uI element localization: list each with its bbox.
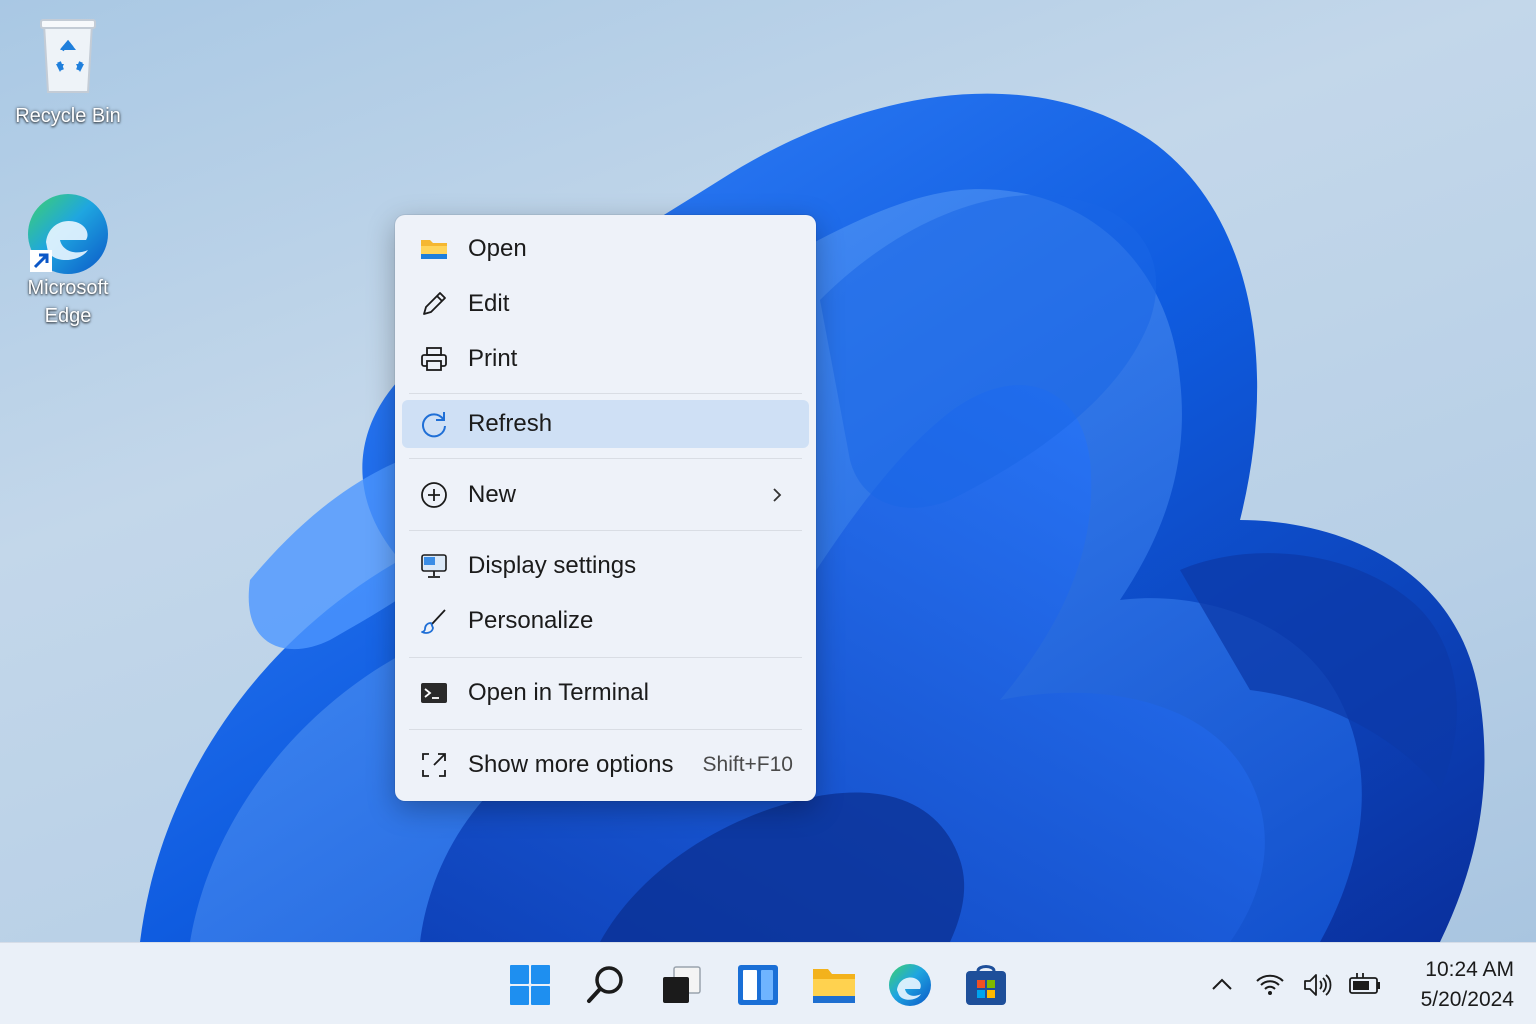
taskbar-start-button[interactable] [506, 961, 554, 1009]
tray-battery[interactable] [1348, 969, 1380, 1001]
brush-icon [420, 607, 448, 635]
menu-item-new[interactable]: New [402, 471, 809, 519]
volume-icon [1301, 974, 1333, 1005]
expand-icon [420, 751, 448, 779]
search-icon [582, 966, 630, 1013]
taskbar-widgets-button[interactable] [734, 961, 782, 1009]
taskbar-store-button[interactable] [962, 961, 1010, 1009]
menu-separator [409, 530, 802, 531]
menu-item-label: Open in Terminal [468, 679, 649, 706]
store-icon [962, 965, 1010, 1013]
menu-item-show-more-options[interactable]: Show more options Shift+F10 [402, 741, 809, 789]
wifi-icon [1254, 974, 1286, 1005]
tray-show-hidden-icons[interactable] [1206, 969, 1238, 1001]
folder-icon [420, 235, 448, 263]
menu-item-label: Open [468, 235, 527, 262]
taskbar-clock[interactable]: 10:24 AM 5/20/2024 [1421, 955, 1514, 1015]
menu-item-open-in-terminal[interactable]: Open in Terminal [402, 669, 809, 717]
widgets-icon [734, 965, 782, 1013]
taskbar-edge-button[interactable] [886, 961, 934, 1009]
desktop-icon-recycle-bin[interactable]: Recycle Bin [8, 14, 128, 130]
chevron-right-icon [767, 485, 787, 505]
menu-item-label: Refresh [468, 410, 553, 437]
task-view-icon [658, 966, 706, 1013]
menu-item-open[interactable]: Open [402, 225, 809, 273]
recycle-bin-icon [32, 14, 104, 93]
menu-separator [409, 458, 802, 459]
taskbar-file-explorer-button[interactable] [810, 961, 858, 1009]
terminal-icon [420, 679, 448, 707]
clock-time: 10:24 AM [1425, 958, 1514, 981]
clock-date: 5/20/2024 [1420, 988, 1514, 1011]
windows-start-icon [506, 965, 554, 1013]
menu-item-label: Print [468, 345, 518, 372]
taskbar: 10:24 AM 5/20/2024 [0, 942, 1536, 1024]
menu-item-shortcut: Shift+F10 [702, 753, 793, 776]
desktop-icon-label: Microsoft Edge [27, 277, 109, 327]
monitor-icon [420, 552, 448, 580]
edge-icon [28, 192, 108, 274]
desktop-icon-label: Recycle Bin [15, 105, 121, 127]
battery-icon [1348, 973, 1382, 1005]
printer-icon [420, 345, 448, 373]
chevron-up-icon [1206, 978, 1238, 1005]
refresh-icon [420, 410, 448, 438]
desktop-context-menu: Open Edit Print Refresh New Display sett… [395, 215, 816, 801]
taskbar-task-view-button[interactable] [658, 961, 706, 1009]
menu-item-label: Display settings [468, 552, 637, 579]
menu-separator [409, 393, 802, 394]
menu-item-print[interactable]: Print [402, 335, 809, 383]
taskbar-search-button[interactable] [582, 961, 630, 1009]
plus-circle-icon [420, 481, 448, 509]
menu-item-personalize[interactable]: Personalize [402, 597, 809, 645]
menu-item-label: Show more options [468, 751, 674, 778]
menu-item-refresh[interactable]: Refresh [402, 400, 809, 448]
menu-item-label: Personalize [468, 607, 594, 634]
menu-item-display-settings[interactable]: Display settings [402, 542, 809, 590]
pencil-icon [420, 290, 448, 318]
tray-volume[interactable] [1301, 969, 1333, 1001]
menu-item-edit[interactable]: Edit [402, 280, 809, 328]
tray-network[interactable] [1254, 969, 1286, 1001]
menu-separator [409, 729, 802, 730]
edge-icon [886, 964, 934, 1013]
menu-item-label: New [468, 481, 517, 508]
desktop-icon-edge[interactable]: Microsoft Edge [8, 192, 128, 330]
file-explorer-icon [810, 969, 858, 1013]
menu-item-label: Edit [468, 290, 510, 317]
menu-separator [409, 657, 802, 658]
